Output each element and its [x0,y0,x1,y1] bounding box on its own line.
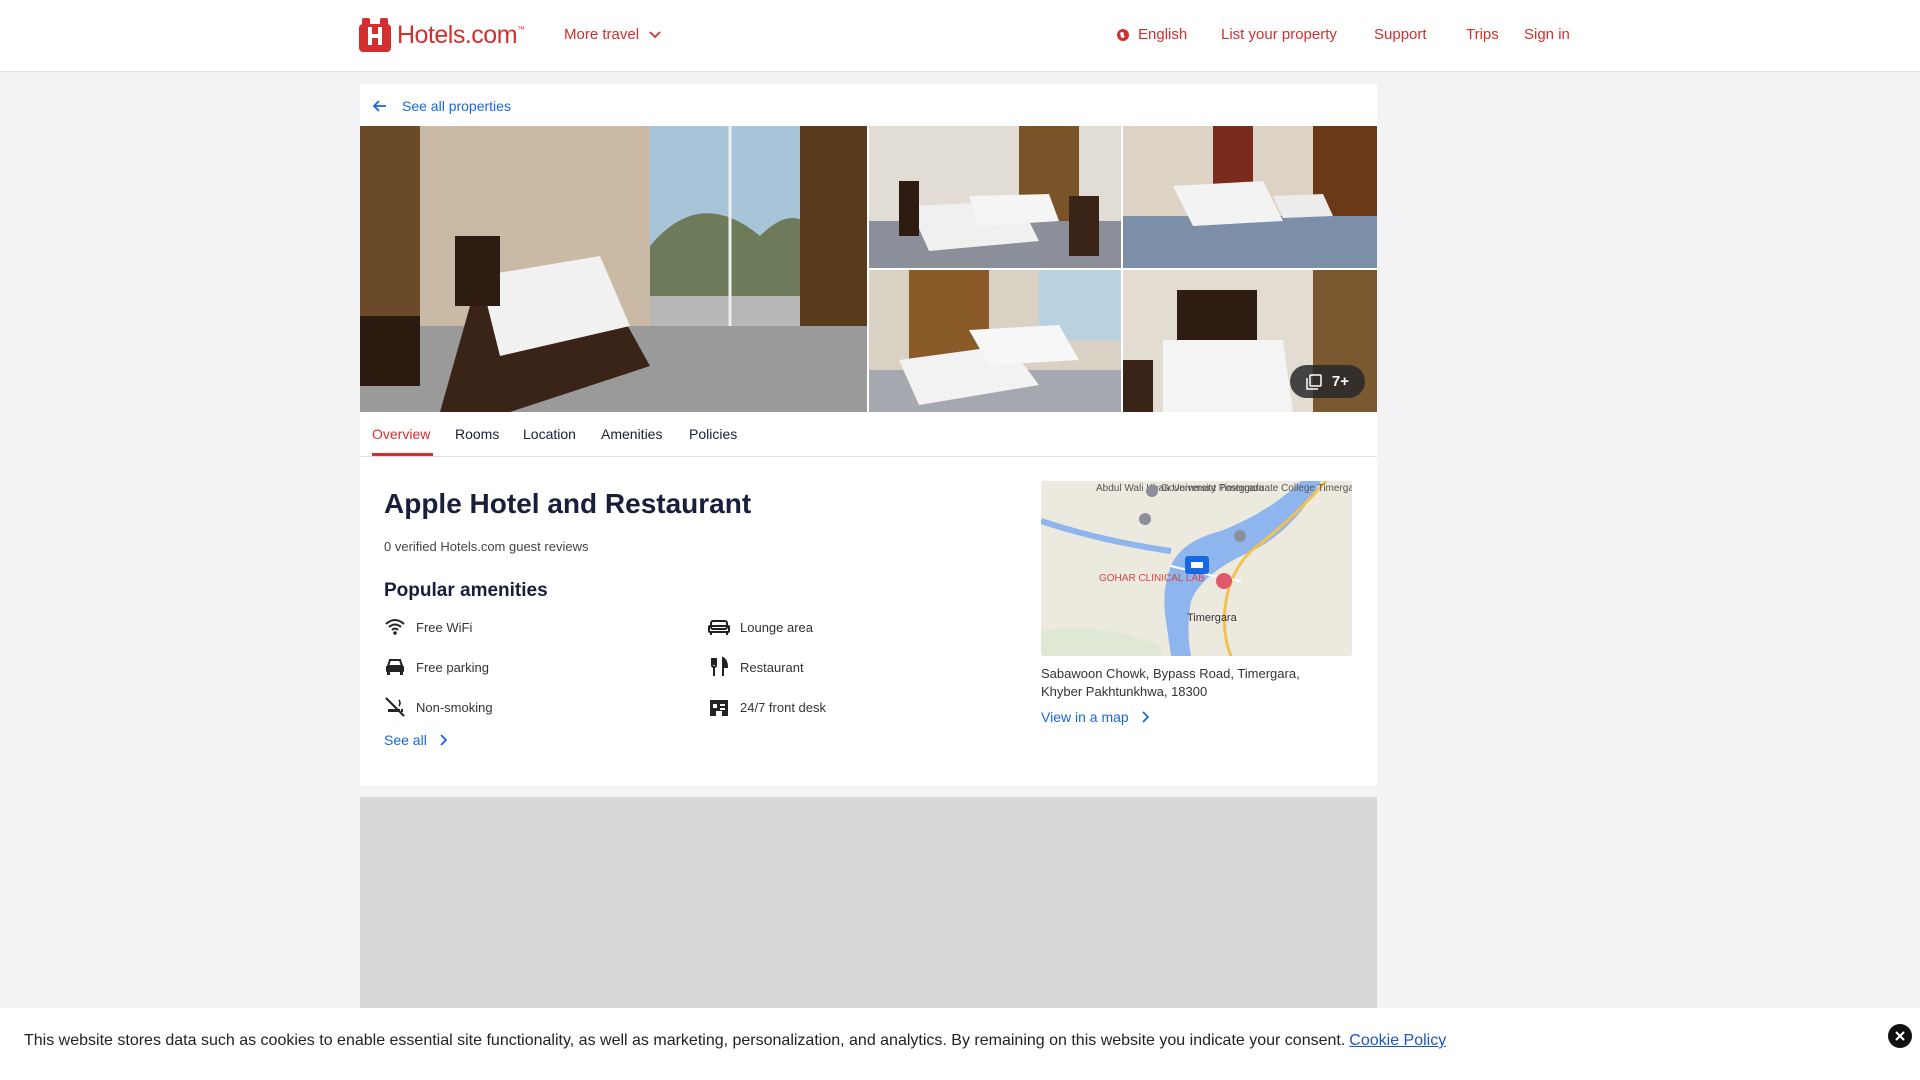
sofa-icon [708,620,730,635]
view-in-map-link[interactable]: View in a map [1041,709,1149,725]
amenities-heading: Popular amenities [384,580,548,601]
front-desk-icon [710,700,728,716]
chevron-right-icon [440,734,447,746]
photo-gallery: 7+ [360,126,1377,412]
chevron-down-icon [649,30,661,38]
no-smoking-icon [385,697,405,717]
gallery-photo-2[interactable] [869,126,1121,268]
gallery-photo-4[interactable] [869,270,1121,412]
amenity-label: Free WiFi [416,619,473,635]
main-photo[interactable] [360,126,867,412]
amenity-lounge: Lounge area [708,616,813,638]
amenity-label: Free parking [416,659,489,675]
property-address: Sabawoon Chowk, Bypass Road, Timergara, … [1041,665,1341,701]
more-travel-label: More travel [564,26,640,43]
cookie-policy-link[interactable]: Cookie Policy [1349,1032,1446,1049]
amenity-front-desk: 24/7 front desk [708,696,826,718]
amenity-label: Restaurant [740,659,804,675]
back-to-properties[interactable]: See all properties [372,98,511,114]
see-all-label: See all [384,732,427,748]
view-all-photos-button[interactable]: 7+ [1289,365,1365,398]
amenity-label: Non-smoking [416,699,493,715]
section-tabs: Overview Rooms Location Amenities Polici… [360,412,1377,457]
amenity-label: 24/7 front desk [740,699,826,715]
review-count: 0 verified Hotels.com guest reviews [384,539,589,554]
amenity-restaurant: Restaurant [708,656,804,678]
hotels-logo[interactable]: Hotels.com™ [359,18,525,52]
language-label: English [1138,26,1188,43]
gallery-photo-5[interactable]: 7+ [1123,270,1377,412]
globe-icon [1117,28,1129,41]
address-line-2: Khyber Pakhtunkhwa, 18300 [1041,684,1208,699]
active-tab-indicator [372,453,433,456]
language-selector[interactable]: English [1116,26,1187,43]
view-map-label: View in a map [1041,709,1129,725]
tab-location[interactable]: Location [523,426,576,442]
cookie-banner: This website stores data such as cookies… [0,1008,1920,1080]
sign-in-link[interactable]: Sign in [1524,26,1570,43]
wifi-icon [385,619,405,635]
site-header: Hotels.com™ More travel English List you… [0,0,1920,72]
tab-rooms[interactable]: Rooms [455,426,499,442]
trips-link[interactable]: Trips [1466,26,1499,43]
cookie-message: This website stores data such as cookies… [24,1032,1446,1050]
support-link[interactable]: Support [1374,26,1427,43]
close-cookie-button[interactable] [1888,1024,1912,1048]
address-line-1: Sabawoon Chowk, Bypass Road, Timergara, [1041,666,1300,681]
more-photos-count: 7+ [1331,373,1349,390]
arrow-left-icon [372,100,386,112]
gallery-icon [1306,373,1322,390]
property-card: See all properties 7+ Overview Rooms Loc… [360,84,1377,786]
map-pin-hospital [1216,573,1232,589]
car-icon [386,659,404,675]
back-label: See all properties [402,98,511,114]
tab-policies[interactable]: Policies [689,426,737,442]
map-pin-university [1139,513,1151,525]
map-pin-college [1146,485,1158,497]
see-all-amenities-link[interactable]: See all [384,732,447,748]
tab-overview[interactable]: Overview [372,426,430,442]
property-title: Apple Hotel and Restaurant [384,488,752,519]
chevron-right-icon [1142,711,1149,723]
more-travel-menu[interactable]: More travel [564,26,661,43]
amenity-free-wifi: Free WiFi [384,616,472,638]
tab-amenities[interactable]: Amenities [601,426,662,442]
amenity-non-smoking: Non-smoking [384,696,493,718]
cookie-text: This website stores data such as cookies… [24,1032,1346,1049]
map-label-college: Government Postgraduate College Timergar… [1161,483,1352,494]
amenity-label: Lounge area [740,619,814,635]
location-map[interactable]: Abdul Wali Khan University Timergara Gov… [1041,481,1352,656]
hotels-logo-icon [359,18,391,52]
fork-knife-icon [711,656,729,676]
map-label-town: Timergara [1187,612,1238,624]
gallery-photo-3[interactable] [1123,126,1377,268]
logo-text: Hotels.com™ [397,20,525,49]
map-pin [1234,530,1246,542]
amenity-free-parking: Free parking [384,656,489,678]
list-property-link[interactable]: List your property [1221,26,1337,43]
close-icon [1895,1031,1905,1041]
map-label-clinic: GOHAR CLINICAL LAB [1099,573,1205,584]
